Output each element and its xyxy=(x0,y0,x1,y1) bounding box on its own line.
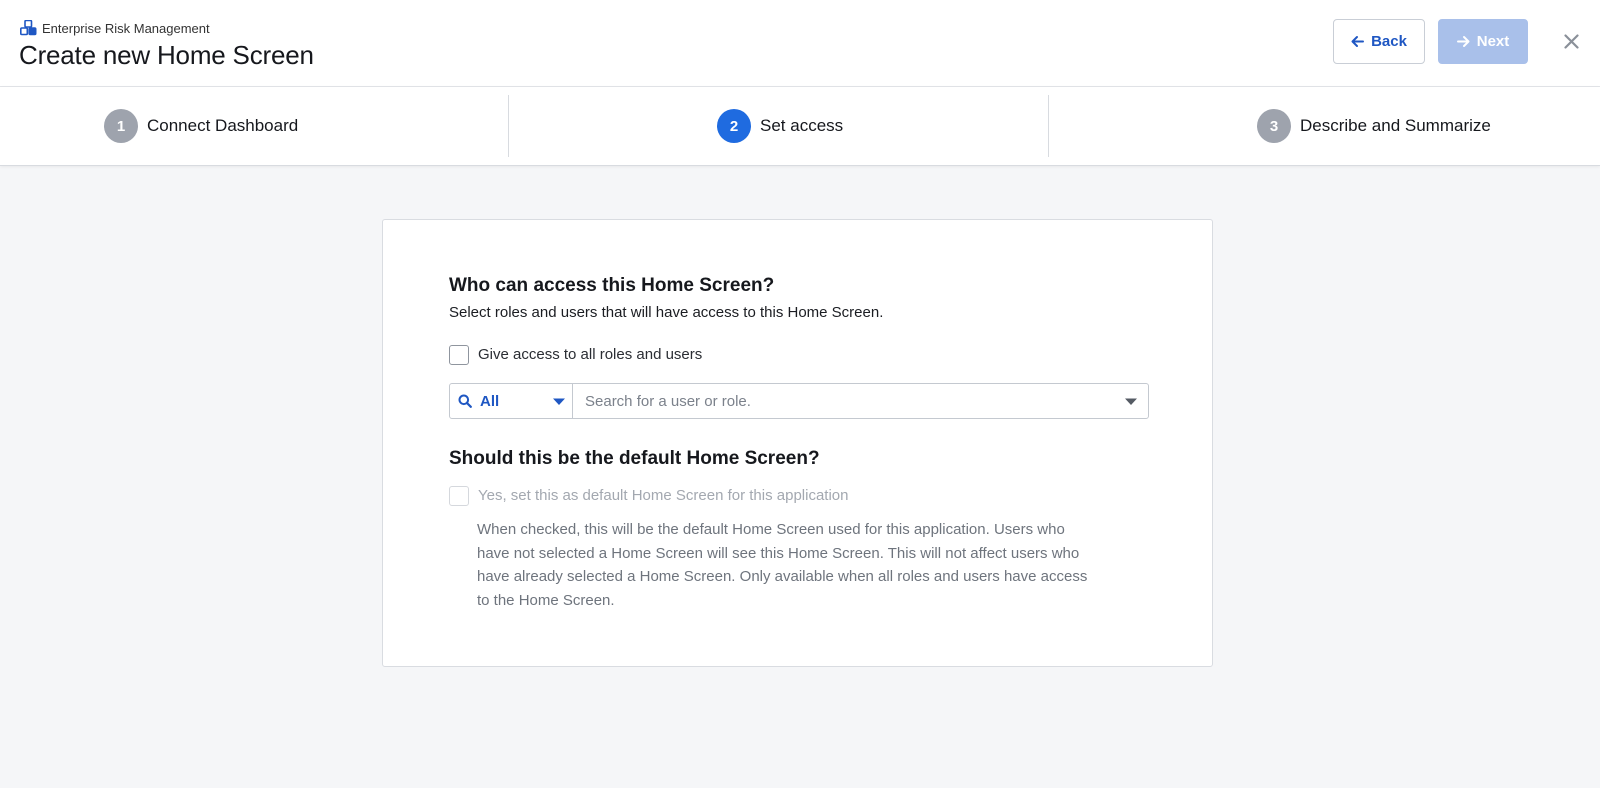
close-icon[interactable] xyxy=(1560,30,1582,52)
user-role-search-group: All xyxy=(449,383,1149,419)
app-breadcrumb: Enterprise Risk Management xyxy=(20,20,210,36)
default-help-text: When checked, this will be the default H… xyxy=(477,521,1088,609)
step-label: Set access xyxy=(760,116,844,135)
step-label: Describe and Summarize xyxy=(1300,116,1491,135)
back-button[interactable]: Back xyxy=(1333,19,1425,64)
search-filter-select[interactable]: All xyxy=(450,384,573,418)
back-button-label: Back xyxy=(1371,33,1407,50)
step-divider xyxy=(508,95,509,157)
all-access-checkbox[interactable] xyxy=(449,345,469,365)
default-section-title: Should this be the default Home Screen? xyxy=(449,448,820,469)
step-connect-dashboard[interactable]: 1 Connect Dashboard xyxy=(104,109,298,143)
default-home-checkbox[interactable] xyxy=(449,486,469,506)
next-button[interactable]: Next xyxy=(1438,19,1528,64)
app-name: Enterprise Risk Management xyxy=(42,20,210,36)
search-field xyxy=(573,384,1148,418)
step-describe-summarize[interactable]: 3 Describe and Summarize xyxy=(1257,109,1491,143)
search-filter-value: All xyxy=(480,392,500,410)
step-divider xyxy=(1048,95,1049,157)
access-section-description: Select roles and users that will have ac… xyxy=(449,304,884,321)
step-number: 3 xyxy=(1257,109,1291,143)
caret-down-icon[interactable] xyxy=(1124,397,1138,406)
default-home-checkbox-label[interactable]: Yes, set this as default Home Screen for… xyxy=(478,487,848,504)
search-icon xyxy=(458,394,472,408)
page-title: Create new Home Screen xyxy=(19,40,314,70)
step-label: Connect Dashboard xyxy=(147,116,299,135)
step-number: 2 xyxy=(717,109,751,143)
wizard-steps: 1 Connect Dashboard 2 Set access 3 Descr… xyxy=(0,87,1600,166)
step-set-access[interactable]: 2 Set access xyxy=(717,109,843,143)
all-access-checkbox-label[interactable]: Give access to all roles and users xyxy=(478,346,702,363)
page-header: Enterprise Risk Management Create new Ho… xyxy=(0,0,1600,87)
arrow-left-icon xyxy=(1351,36,1365,47)
step-number: 1 xyxy=(104,109,138,143)
next-button-label: Next xyxy=(1476,33,1510,50)
app-logo-icon xyxy=(20,20,37,36)
user-role-search-input[interactable] xyxy=(573,384,1148,418)
access-section-title: Who can access this Home Screen? xyxy=(449,275,775,296)
caret-down-icon xyxy=(553,398,565,405)
arrow-right-icon xyxy=(1456,36,1470,47)
access-card: Who can access this Home Screen? Select … xyxy=(382,219,1213,667)
